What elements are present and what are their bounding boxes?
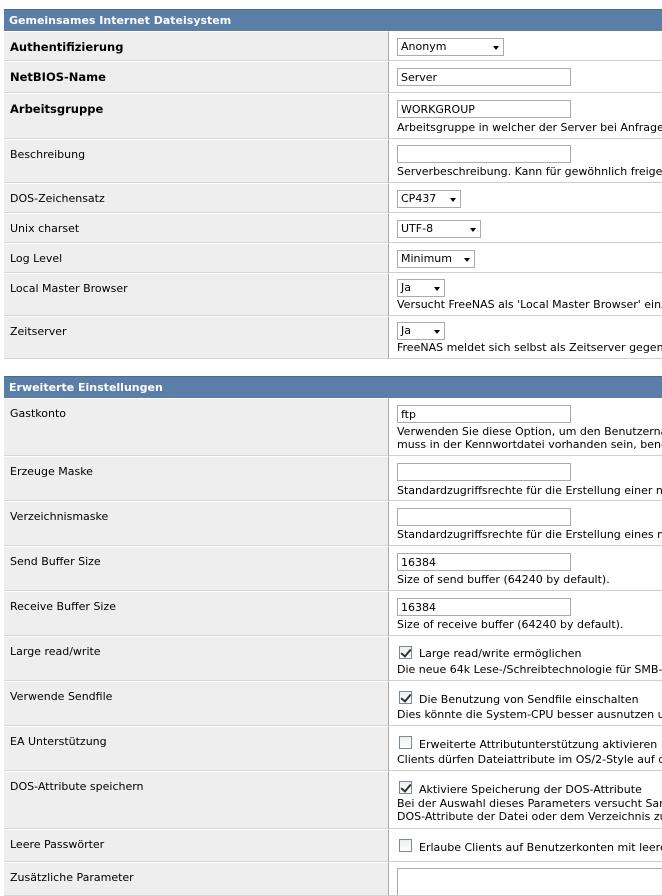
guest-account-input[interactable] (397, 405, 571, 423)
dos-attributes-description-1: Bei der Auswahl dieses Parameters versuc… (397, 797, 662, 810)
row-receive-buffer: Receive Buffer Size Size of receive buff… (4, 591, 662, 636)
master-browser-description: Versucht FreeNAS als 'Local Master Brows… (397, 298, 662, 311)
directory-mask-label: Verzeichnismaske (4, 501, 389, 546)
row-large-rw: Large read/write Large read/write ermögl… (4, 636, 662, 681)
netbios-label: NetBIOS-Name (4, 61, 389, 93)
row-authentication: Authentifizierung Anonym (4, 31, 662, 61)
description-help: Serverbeschreibung. Kann für gewöhnlich … (397, 165, 662, 178)
large-rw-checkbox-label: Large read/write ermöglichen (419, 647, 582, 660)
send-buffer-description: Size of send buffer (64240 by default). (397, 573, 610, 586)
workgroup-label: Arbeitsgruppe (4, 93, 389, 139)
unix-charset-select[interactable]: UTF-8 (397, 220, 481, 238)
time-server-select[interactable]: Ja (397, 322, 445, 340)
row-ea-support: EA Unterstützung Erweiterte Attributunte… (4, 726, 662, 771)
log-level-select[interactable]: Minimum (397, 250, 475, 268)
section-header-advanced: Erweiterte Einstellungen (4, 376, 662, 398)
time-server-label: Zeitserver (4, 316, 389, 359)
row-time-server: Zeitserver Ja FreeNAS meldet sich selbst… (4, 316, 662, 359)
authentication-label: Authentifizierung (4, 31, 389, 61)
row-dos-charset: DOS-Zeichensatz CP437 (4, 183, 662, 213)
ea-support-checkbox[interactable] (399, 736, 412, 749)
authentication-select[interactable]: Anonym (397, 38, 504, 56)
time-server-description: FreeNAS meldet sich selbst als Zeitserve… (397, 341, 662, 354)
chevron-down-icon (470, 228, 476, 232)
sendfile-description: Dies könnte die System-CPU besser ausnut… (397, 708, 662, 721)
ea-support-description: Clients dürfen Dateiattribute im OS/2-St… (397, 753, 662, 766)
directory-mask-input[interactable] (397, 508, 571, 526)
dos-attributes-description-2: DOS-Attribute der Datei oder dem Verzeic… (397, 810, 662, 823)
null-passwords-checkbox-label: Erlaube Clients auf Benutzerkonten mit l… (419, 841, 662, 854)
receive-buffer-input[interactable] (397, 598, 571, 616)
ea-support-checkbox-label: Erweiterte Attributunterstützung aktivie… (419, 738, 658, 751)
row-directory-mask: Verzeichnismaske Standardzugriffsrechte … (4, 501, 662, 546)
large-rw-checkbox[interactable] (399, 646, 412, 659)
receive-buffer-description: Size of receive buffer (64240 by default… (397, 618, 624, 631)
auxiliary-parameters-label: Zusätzliche Parameter (4, 862, 389, 896)
sendfile-checkbox-label: Die Benutzung von Sendfile einschalten (419, 693, 639, 706)
dos-charset-label: DOS-Zeichensatz (4, 183, 389, 213)
row-unix-charset: Unix charset UTF-8 (4, 213, 662, 243)
row-master-browser: Local Master Browser Ja Versucht FreeNAS… (4, 273, 662, 316)
row-description: Beschreibung Serverbeschreibung. Kann fü… (4, 139, 662, 183)
workgroup-description: Arbeitsgruppe in welcher der Server bei … (397, 121, 662, 134)
unix-charset-label: Unix charset (4, 213, 389, 243)
description-input[interactable] (397, 145, 571, 163)
chevron-down-icon (464, 258, 470, 262)
ea-support-label: EA Unterstützung (4, 726, 389, 771)
create-mask-label: Erzeuge Maske (4, 456, 389, 501)
guest-account-label: Gastkonto (4, 398, 389, 456)
master-browser-label: Local Master Browser (4, 273, 389, 316)
description-label: Beschreibung (4, 139, 389, 183)
dos-charset-select[interactable]: CP437 (397, 190, 461, 208)
row-auxiliary-parameters: Zusätzliche Parameter (4, 862, 662, 896)
chevron-down-icon (434, 330, 440, 334)
row-null-passwords: Leere Passwörter Erlaube Clients auf Ben… (4, 829, 662, 862)
null-passwords-label: Leere Passwörter (4, 829, 389, 862)
send-buffer-input[interactable] (397, 553, 571, 571)
auxiliary-parameters-textarea[interactable] (397, 868, 662, 895)
workgroup-input[interactable] (397, 100, 571, 118)
guest-account-description-2: muss in der Kennwortdatei vorhanden sein… (397, 438, 662, 451)
sendfile-label: Verwende Sendfile (4, 681, 389, 726)
master-browser-select[interactable]: Ja (397, 279, 445, 297)
dos-attributes-label: DOS-Attribute speichern (4, 771, 389, 829)
guest-account-description-1: Verwenden Sie diese Option, um den Benut… (397, 425, 662, 438)
send-buffer-label: Send Buffer Size (4, 546, 389, 591)
chevron-down-icon (434, 287, 440, 291)
create-mask-input[interactable] (397, 463, 571, 481)
directory-mask-description: Standardzugriffsrechte für die Erstellun… (397, 528, 662, 541)
null-passwords-checkbox[interactable] (399, 839, 412, 852)
row-log-level: Log Level Minimum (4, 243, 662, 273)
row-create-mask: Erzeuge Maske Standardzugriffsrechte für… (4, 456, 662, 501)
large-rw-description: Die neue 64k Lese-/Schreibtechnologie fü… (397, 663, 662, 676)
receive-buffer-label: Receive Buffer Size (4, 591, 389, 636)
log-level-label: Log Level (4, 243, 389, 273)
sendfile-checkbox[interactable] (399, 691, 412, 704)
section-header-cifs: Gemeinsames Internet Dateisystem (4, 9, 662, 31)
chevron-down-icon (450, 198, 456, 202)
large-rw-label: Large read/write (4, 636, 389, 681)
create-mask-description: Standardzugriffsrechte für die Erstellun… (397, 484, 662, 497)
chevron-down-icon (493, 46, 499, 50)
row-workgroup: Arbeitsgruppe Arbeitsgruppe in welcher d… (4, 93, 662, 139)
dos-attributes-checkbox[interactable] (399, 781, 412, 794)
row-send-buffer: Send Buffer Size Size of send buffer (64… (4, 546, 662, 591)
row-netbios: NetBIOS-Name (4, 61, 662, 93)
netbios-input[interactable] (397, 68, 571, 86)
row-dos-attributes: DOS-Attribute speichern Aktiviere Speich… (4, 771, 662, 829)
row-sendfile: Verwende Sendfile Die Benutzung von Send… (4, 681, 662, 726)
row-guest-account: Gastkonto Verwenden Sie diese Option, um… (4, 398, 662, 456)
dos-attributes-checkbox-label: Aktiviere Speicherung der DOS-Attribute (419, 783, 642, 796)
